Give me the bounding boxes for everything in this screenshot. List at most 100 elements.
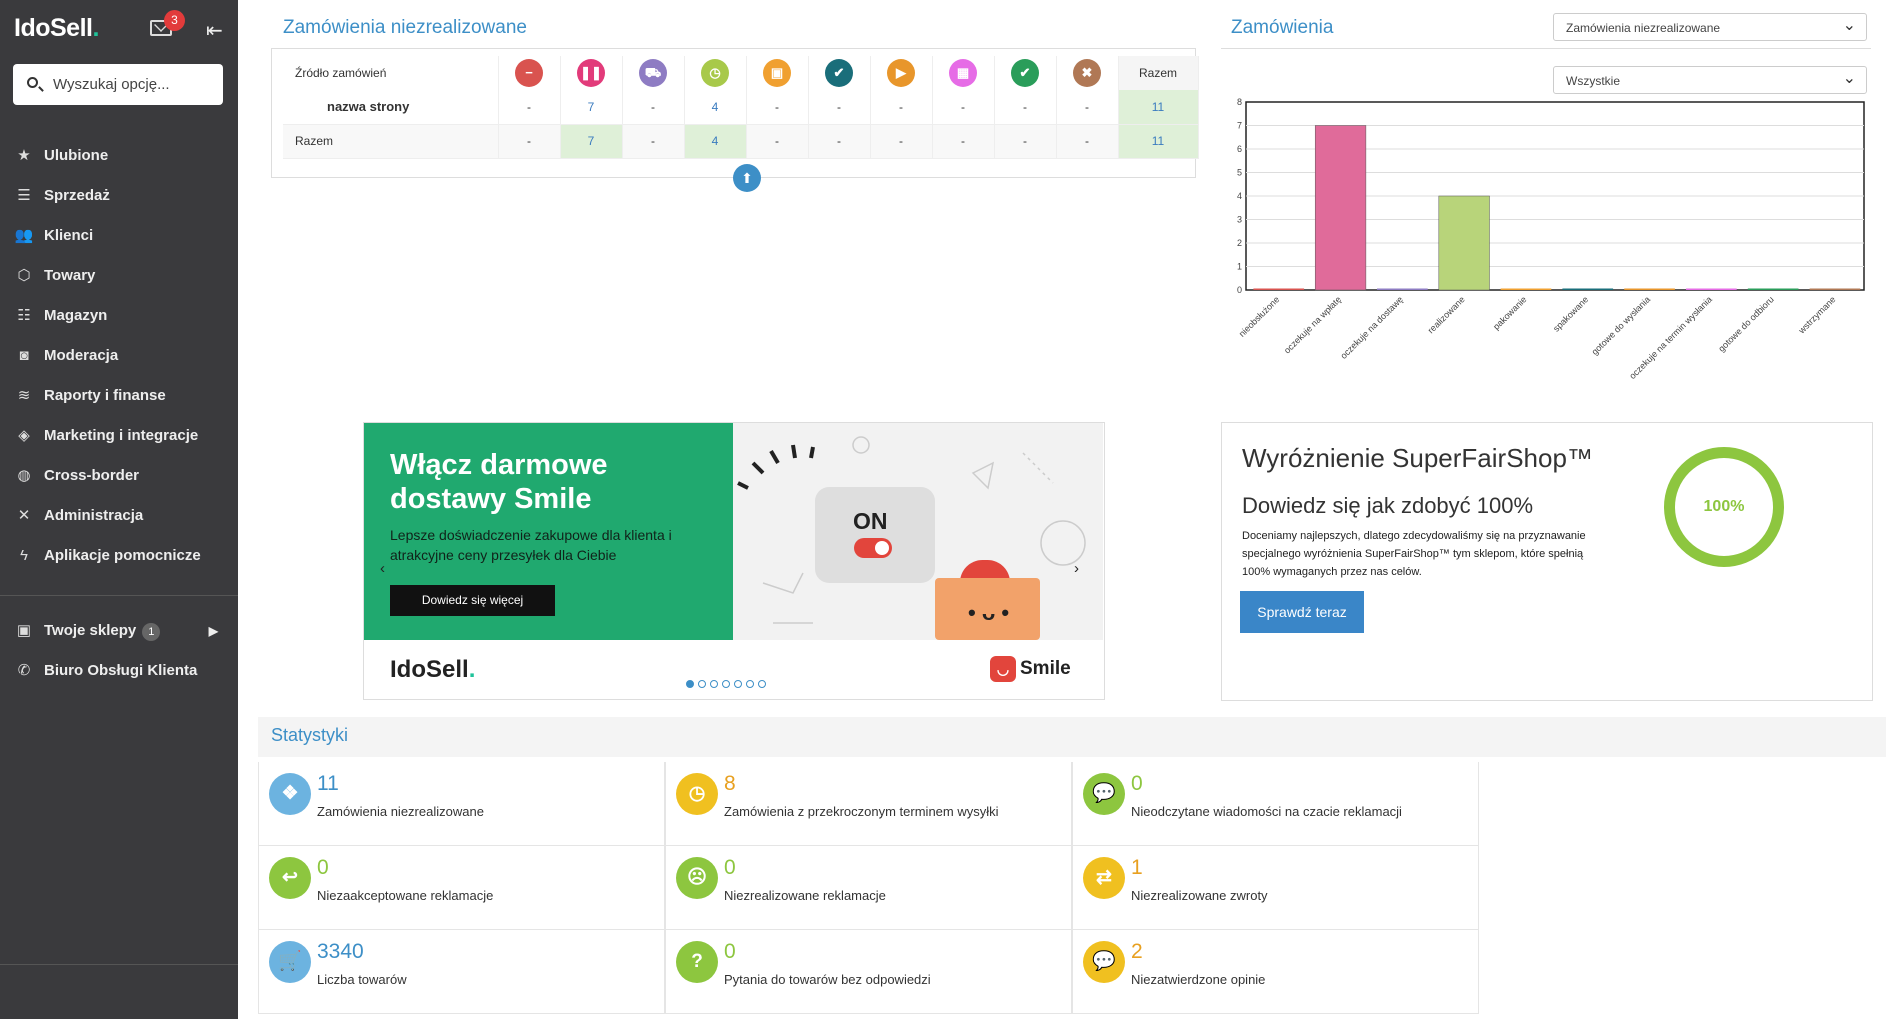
status-column-header: ❚❚ bbox=[560, 56, 623, 90]
stat-tile[interactable]: ☹ 0 Niezrealizowane reklamacje bbox=[665, 846, 1072, 930]
orders-section-title: Zamówienia niezrealizowane bbox=[283, 17, 527, 38]
stat-tile[interactable]: 🛒 3340 Liczba towarów bbox=[258, 930, 665, 1014]
order-count-cell[interactable]: 4 bbox=[684, 90, 747, 125]
check-circle-icon[interactable]: ✔ bbox=[1011, 59, 1039, 87]
sidebar-item-2[interactable]: 👥 Klienci bbox=[0, 220, 238, 252]
bar[interactable] bbox=[1809, 288, 1861, 291]
banner-learn-more-button[interactable]: Dowiedz się więcej bbox=[390, 585, 555, 616]
stat-tile[interactable]: ↩ 0 Niezaakceptowane reklamacje bbox=[258, 846, 665, 930]
sidebar-item-0[interactable]: ★ Ulubione bbox=[0, 140, 238, 172]
sidebar-item-label: Administracja bbox=[44, 507, 144, 524]
bar[interactable] bbox=[1253, 288, 1305, 291]
banner-next-arrow[interactable]: › bbox=[1074, 560, 1079, 577]
sidebar-item-your-shops[interactable]: ▣ Twoje sklepy 1 ▶ bbox=[0, 615, 238, 647]
stat-value[interactable]: 3340 bbox=[317, 940, 364, 964]
stat-tile[interactable]: ❖ 11 Zamówienia niezrealizowane bbox=[258, 762, 665, 846]
bar[interactable] bbox=[1314, 125, 1367, 291]
sidebar-item-9[interactable]: ✕ Administracja bbox=[0, 500, 238, 532]
pause-icon[interactable]: ❚❚ bbox=[577, 59, 605, 87]
layers-icon: ≋ bbox=[17, 387, 31, 404]
stat-tile[interactable]: 💬 0 Nieodczytane wiadomości na czacie rekl… bbox=[1072, 762, 1479, 846]
minus-icon[interactable]: − bbox=[515, 59, 543, 87]
banner-dot-7[interactable] bbox=[758, 680, 766, 688]
order-count-cell: - bbox=[994, 90, 1057, 125]
bar[interactable] bbox=[1686, 288, 1737, 291]
calendar-icon[interactable]: ▦ bbox=[949, 59, 977, 87]
sidebar-item-support[interactable]: ✆ Biuro Obsługi Klienta bbox=[0, 655, 238, 687]
bar[interactable] bbox=[1377, 288, 1428, 291]
stats-header bbox=[258, 717, 1886, 757]
stat-value[interactable]: 2 bbox=[1131, 940, 1143, 964]
stat-value[interactable]: 0 bbox=[317, 856, 329, 880]
orders-table: Źródło zamówień − ❚❚ ⛟ ◷ ▣ ✔ ▶ ▦ ✔ ✖ Razem nazwa st… bbox=[283, 56, 1199, 159]
source-select[interactable]: Wszystkie bbox=[1553, 66, 1867, 94]
clock-icon[interactable]: ◷ bbox=[701, 59, 729, 87]
orders-chart-title: Zamówienia bbox=[1231, 17, 1334, 38]
truck-icon[interactable]: ⛟ bbox=[639, 59, 667, 87]
y-tick-label: 6 bbox=[1237, 144, 1242, 154]
logo[interactable]: IdoSell. bbox=[14, 14, 99, 43]
stat-tile[interactable]: ◷ 8 Zamówienia z przekroczonym terminem wy… bbox=[665, 762, 1072, 846]
order-count-cell[interactable]: 7 bbox=[560, 90, 623, 125]
banner-dot-5[interactable] bbox=[734, 680, 742, 688]
x-tick-label: nieobsłużone bbox=[1237, 294, 1282, 339]
stat-value[interactable]: 0 bbox=[1131, 772, 1143, 796]
orders-bar-chart: 0 1 2 3 4 5 6 7 8 nieobsłużone oczekuje na wpłatęo… bbox=[1237, 97, 1865, 381]
banner-dot-1[interactable] bbox=[686, 680, 694, 688]
sidebar-item-10[interactable]: ϟ Aplikacje pomocnicze bbox=[0, 540, 238, 572]
box-icon[interactable]: ▣ bbox=[763, 59, 791, 87]
banner-pagination[interactable] bbox=[686, 675, 770, 688]
stat-value[interactable]: 1 bbox=[1131, 856, 1143, 880]
x-tick-label: pakowanie bbox=[1491, 294, 1528, 331]
sidebar-item-1[interactable]: ☰ Sprzedaż bbox=[0, 180, 238, 212]
play-icon[interactable]: ▶ bbox=[887, 59, 915, 87]
order-count-cell[interactable]: 7 bbox=[560, 124, 623, 159]
banner-dot-3[interactable] bbox=[710, 680, 718, 688]
banner-dot-6[interactable] bbox=[746, 680, 754, 688]
x-tick-label: gotowe do wysłania bbox=[1590, 294, 1653, 357]
sidebar-item-3[interactable]: ⬡ Towary bbox=[0, 260, 238, 292]
sidebar-item-6[interactable]: ≋ Raporty i finanse bbox=[0, 380, 238, 412]
cancel-icon[interactable]: ✖ bbox=[1073, 59, 1101, 87]
check-now-button[interactable]: Sprawdź teraz bbox=[1240, 591, 1364, 633]
stat-label: Liczba towarów bbox=[317, 972, 407, 987]
banner-prev-arrow[interactable]: ‹ bbox=[380, 560, 385, 577]
sidebar-item-8[interactable]: ◍ Cross-border bbox=[0, 460, 238, 492]
stat-value[interactable]: 11 bbox=[317, 772, 339, 796]
stats-title: Statystyki bbox=[271, 725, 349, 745]
order-count-cell[interactable]: 4 bbox=[684, 124, 747, 159]
sidebar-item-4[interactable]: ☷ Magazyn bbox=[0, 300, 238, 332]
collapse-sidebar-icon[interactable]: ⇤ bbox=[206, 18, 223, 43]
sidebar-item-5[interactable]: ◙ Moderacja bbox=[0, 340, 238, 372]
sidebar-item-7[interactable]: ◈ Marketing i integracje bbox=[0, 420, 238, 452]
stat-value[interactable]: 8 bbox=[724, 772, 736, 796]
bar[interactable] bbox=[1624, 288, 1675, 291]
smile-logo-icon: ◡ bbox=[990, 656, 1016, 682]
check-icon[interactable]: ✔ bbox=[825, 59, 853, 87]
status-column-header: ▦ bbox=[932, 56, 995, 90]
superfair-description: Doceniamy najlepszych, dlatego zdecydowa… bbox=[1242, 530, 1586, 578]
banner-dot-2[interactable] bbox=[698, 680, 706, 688]
stat-value[interactable]: 0 bbox=[724, 856, 736, 880]
row-total-cell[interactable]: 11 bbox=[1118, 124, 1199, 159]
bar[interactable] bbox=[1747, 288, 1799, 291]
sidebar-item-label: Raporty i finanse bbox=[44, 387, 166, 404]
row-total-cell[interactable]: 11 bbox=[1118, 90, 1199, 125]
bar[interactable] bbox=[1562, 288, 1614, 291]
collapse-up-button[interactable]: ⬆ bbox=[733, 164, 761, 192]
status-type-select[interactable]: Zamówienia niezrealizowane bbox=[1553, 13, 1867, 41]
status-column-header: ◷ bbox=[684, 56, 747, 90]
bar[interactable] bbox=[1438, 195, 1490, 291]
stat-tile[interactable]: 💬 2 Niezatwierdzone opinie bbox=[1072, 930, 1479, 1014]
banner-dot-4[interactable] bbox=[722, 680, 730, 688]
stat-tile[interactable]: ? 0 Pytania do towarów bez odpowiedzi bbox=[665, 930, 1072, 1014]
search-input[interactable]: Wyszukaj opcję... bbox=[13, 64, 223, 105]
stat-tile[interactable]: ⇄ 1 Niezrealizowane zwroty bbox=[1072, 846, 1479, 930]
bar[interactable] bbox=[1500, 288, 1552, 291]
banner-smile-logo: ◡ Smile bbox=[990, 656, 1071, 682]
stat-value[interactable]: 0 bbox=[724, 940, 736, 964]
order-count-cell: - bbox=[746, 124, 809, 159]
banner-text: Lepsze doświadczenie zakupowe dla klient… bbox=[390, 527, 672, 563]
search-placeholder: Wyszukaj opcję... bbox=[53, 76, 170, 93]
order-count-cell: - bbox=[932, 124, 995, 159]
